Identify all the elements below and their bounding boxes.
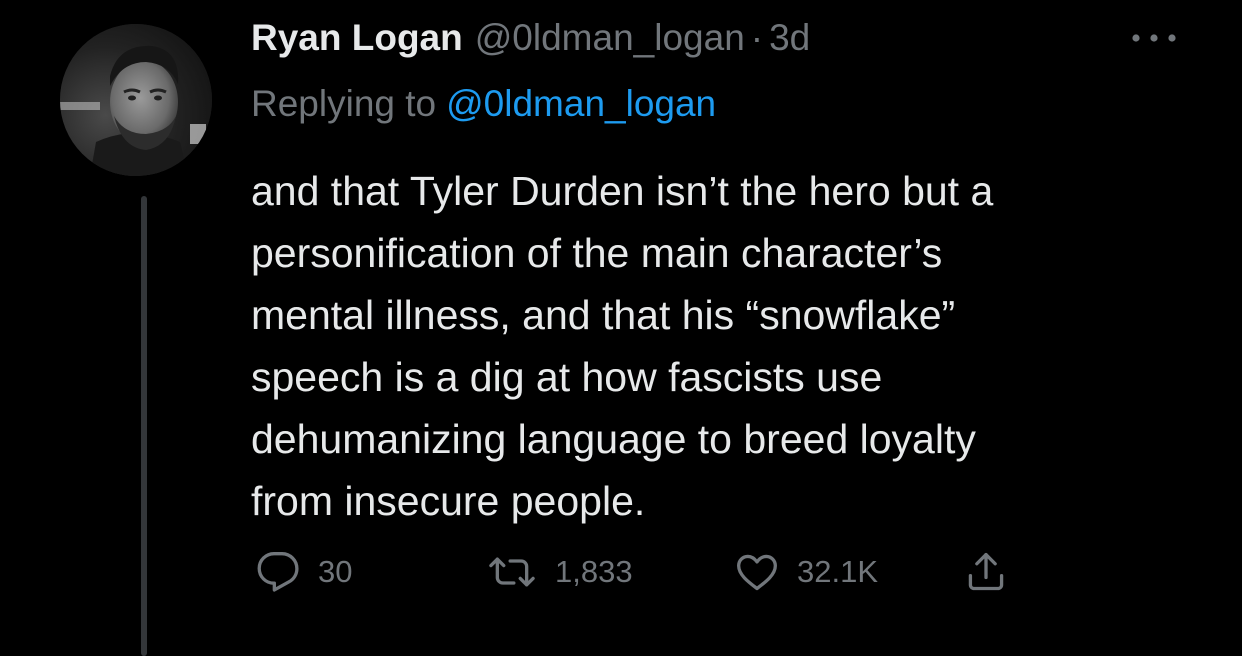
author-name[interactable]: Ryan Logan <box>251 17 463 59</box>
tweet-actions-bar: 30 1,833 32.1K <box>0 540 1242 604</box>
like-count: 32.1K <box>797 554 879 589</box>
heart-icon <box>737 554 777 591</box>
reply-button[interactable]: 30 <box>256 540 352 604</box>
share-upload-icon <box>968 552 1004 591</box>
tweet-text-line: and that Tyler Durden isn’t the hero but… <box>251 168 994 214</box>
retweet-arrows-icon <box>489 557 535 587</box>
replying-to: Replying to @0ldman_logan <box>251 80 716 128</box>
tweet-text: and that Tyler Durden isn’t the hero but… <box>251 160 1191 532</box>
tweet-text-line: mental illness, and that his “snowflake” <box>251 292 956 338</box>
tweet[interactable]: Ryan Logan @0ldman_logan · 3d Replying t… <box>0 0 1242 656</box>
tweet-text-line: speech is a dig at how fascists use <box>251 354 883 400</box>
retweet-count: 1,833 <box>555 554 633 589</box>
like-button[interactable]: 32.1K <box>735 540 878 604</box>
avatar[interactable] <box>60 24 212 176</box>
tweet-text-line: dehumanizing language to breed loyalty <box>251 416 976 462</box>
share-button[interactable] <box>964 540 1008 604</box>
replying-to-label: Replying to <box>251 83 437 124</box>
speech-bubble-icon <box>257 552 299 592</box>
tweet-text-line: from insecure people. <box>251 478 646 524</box>
replying-to-mention-link[interactable]: @0ldman_logan <box>446 83 716 125</box>
tweet-text-line: personification of the main character’s <box>251 230 943 276</box>
reply-count: 30 <box>318 554 353 589</box>
author-handle[interactable]: @0ldman_logan <box>475 17 745 59</box>
more-options-button[interactable] <box>1126 20 1182 56</box>
header-separator: · <box>750 17 764 58</box>
timestamp[interactable]: 3d <box>769 17 810 59</box>
avatar-photo <box>60 24 212 176</box>
tweet-header: Ryan Logan @0ldman_logan · 3d <box>251 14 810 62</box>
retweet-button[interactable]: 1,833 <box>487 540 633 604</box>
more-horizontal-icon <box>1132 34 1176 42</box>
